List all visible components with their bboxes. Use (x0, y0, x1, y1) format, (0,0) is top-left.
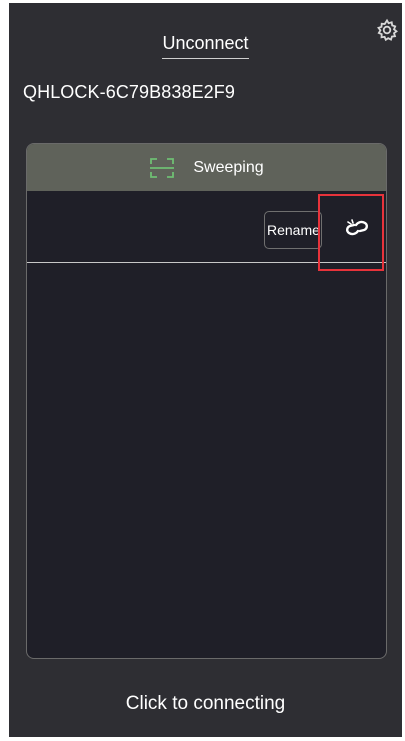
connect-button[interactable]: Click to connecting (9, 693, 402, 715)
gear-icon[interactable] (375, 18, 399, 42)
sweeping-header: Sweeping (27, 144, 386, 191)
device-name: QHLOCK-6C79B838E2F9 (23, 82, 236, 102)
sweeping-label: Sweeping (193, 158, 264, 176)
highlight-box (318, 194, 384, 271)
app-screen: Unconnect Sweeping QHLOCK-6C79B838E2F9 R… (9, 3, 402, 737)
rename-button[interactable]: Rename (264, 211, 322, 249)
scan-icon (150, 157, 175, 178)
connection-status-title: Unconnect (162, 33, 249, 59)
page-title: Unconnect (9, 33, 402, 59)
